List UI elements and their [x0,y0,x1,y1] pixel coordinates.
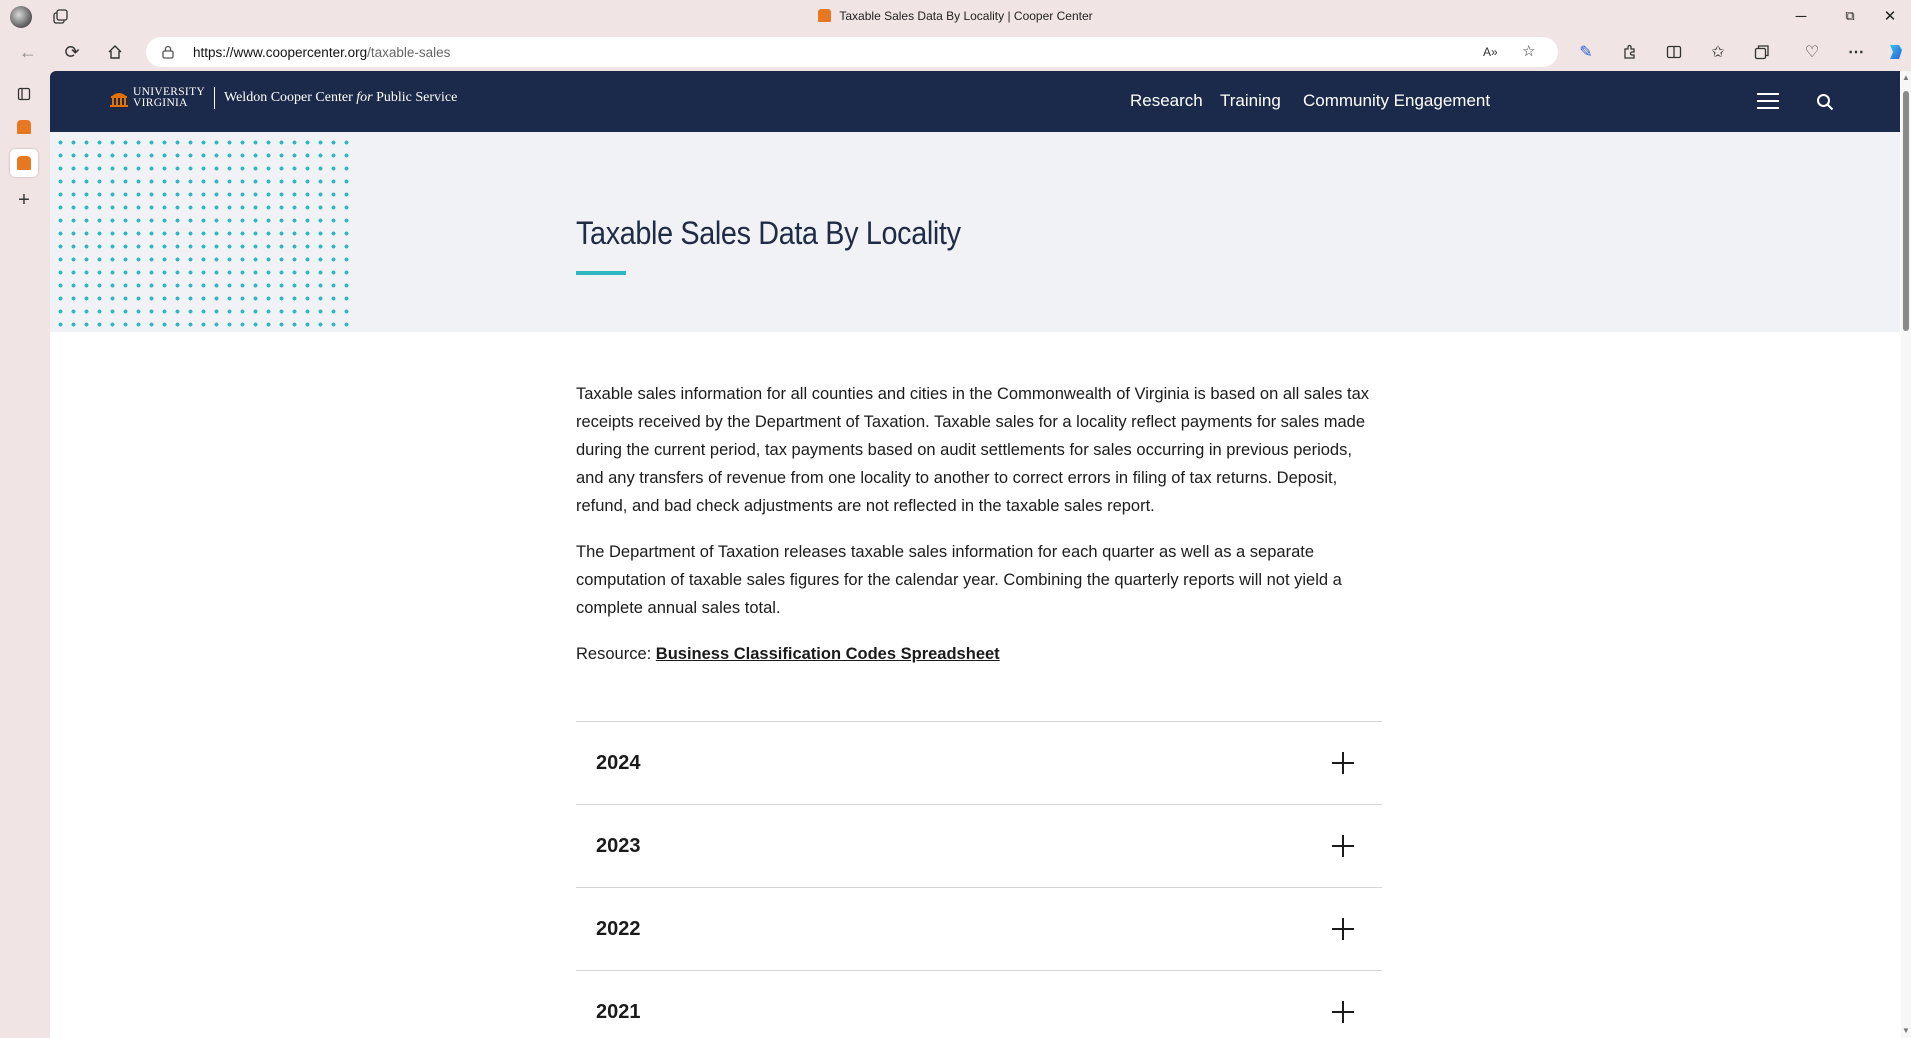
window-title: Taxable Sales Data By Locality | Cooper … [0,9,1911,23]
cooper-center-wordmark: Weldon Cooper Center for Public Service [215,90,457,106]
minimize-button[interactable]: ─ [1781,3,1821,29]
vertical-tab-cooper-active[interactable] [10,149,38,177]
resource-label: Resource: [576,645,652,663]
refresh-button[interactable]: ⟳ [58,38,86,66]
favorite-star-icon[interactable]: ☆ [1522,42,1535,60]
accordion-year-label: 2022 [596,918,641,940]
nav-community-engagement[interactable]: Community Engagement [1303,91,1490,111]
uva-wordmark-line2: VIRGINIA [133,97,188,109]
accordion-item-2023[interactable]: 2023 [576,805,1382,888]
wordmark-center-name: Weldon Cooper Center [224,90,353,105]
restore-button[interactable]: ⧉ [1830,3,1870,29]
profile-avatar[interactable] [10,6,32,28]
nav-research[interactable]: Research [1130,91,1203,111]
expand-plus-icon[interactable] [1332,835,1354,857]
close-window-button[interactable]: ✕ [1870,3,1910,29]
url-path: /taxable-sales [367,45,451,60]
new-tab-icon[interactable]: + [10,186,38,214]
release-paragraph: The Department of Taxation releases taxa… [576,543,1342,617]
scroll-thumb[interactable] [1903,91,1909,331]
tab-actions-icon[interactable] [10,80,38,108]
dot-pattern-decoration [54,136,350,328]
more-options-icon[interactable]: ⋯ [1842,38,1870,66]
wordmark-for: for [356,90,373,105]
intro-paragraph: Taxable sales information for all counti… [576,385,1370,515]
accordion-year-label: 2023 [596,835,641,857]
read-aloud-icon[interactable]: A» [1483,45,1498,59]
home-button[interactable] [101,38,129,66]
copilot-pen-icon[interactable]: ✎ [1572,38,1600,66]
business-codes-spreadsheet-link[interactable]: Business Classification Codes Spreadshee… [656,645,1000,663]
accordion-item-2024[interactable]: 2024 [576,722,1382,805]
vertical-tab-cooper-1[interactable] [10,113,38,141]
site-favicon-icon [17,120,31,134]
page-scrollbar[interactable]: ▲ ▼ [1901,71,1911,1038]
page-title: Taxable Sales Data By Locality [576,215,961,251]
page-hero: Taxable Sales Data By Locality [50,132,1900,332]
main-content: Taxable sales information for all counti… [576,380,1382,668]
expand-plus-icon[interactable] [1332,752,1354,774]
accordion-item-2021[interactable]: 2021 [576,971,1382,1038]
lock-icon[interactable] [162,45,174,59]
site-header: UNIVERSITY VIRGINIA Weldon Cooper Center… [50,71,1900,132]
browser-essentials-icon[interactable]: ♡ [1798,38,1826,66]
site-logo[interactable]: UNIVERSITY VIRGINIA Weldon Cooper Center… [109,86,457,109]
browser-title-bar: Taxable Sales Data By Locality | Cooper … [0,0,1911,33]
wordmark-public-service: Public Service [376,90,458,105]
url-text[interactable]: https://www.coopercenter.org/taxable-sal… [193,45,450,60]
accordion-year-label: 2024 [596,752,641,774]
hamburger-menu-icon[interactable] [1757,93,1779,111]
accordion-item-2022[interactable]: 2022 [576,888,1382,971]
search-icon[interactable] [1816,93,1834,111]
site-favicon-icon [17,156,31,170]
back-button[interactable]: ← [14,38,42,66]
expand-plus-icon[interactable] [1332,1001,1354,1023]
uva-wordmark: UNIVERSITY VIRGINIA [133,86,215,109]
vertical-tab-strip: + [0,70,48,1038]
address-bar[interactable]: https://www.coopercenter.org/taxable-sal… [146,37,1558,67]
page-viewport: UNIVERSITY VIRGINIA Weldon Cooper Center… [50,71,1911,1038]
split-screen-icon[interactable] [1660,38,1688,66]
title-accent-bar [576,271,626,275]
copilot-icon[interactable] [1882,38,1910,66]
year-accordion: 2024 2023 2022 2021 [576,721,1382,1038]
expand-plus-icon[interactable] [1332,918,1354,940]
site-favicon-icon [818,9,832,22]
resource-line: Resource: Business Classification Codes … [576,640,1382,668]
workspaces-icon[interactable] [50,6,72,28]
browser-toolbar: ← ⟳ https://www.coopercenter.org/taxable… [0,33,1911,70]
favorites-icon[interactable]: ✩ [1704,38,1732,66]
collections-icon[interactable] [1748,38,1776,66]
rotunda-icon [110,93,128,107]
window-title-text: Taxable Sales Data By Locality | Cooper … [839,9,1093,23]
extensions-icon[interactable] [1616,38,1644,66]
scroll-down-icon[interactable]: ▼ [1902,1026,1910,1035]
accordion-year-label: 2021 [596,1001,641,1023]
scroll-up-icon[interactable]: ▲ [1902,73,1910,82]
url-host: https://www.coopercenter.org [193,45,368,60]
nav-training[interactable]: Training [1220,91,1281,111]
